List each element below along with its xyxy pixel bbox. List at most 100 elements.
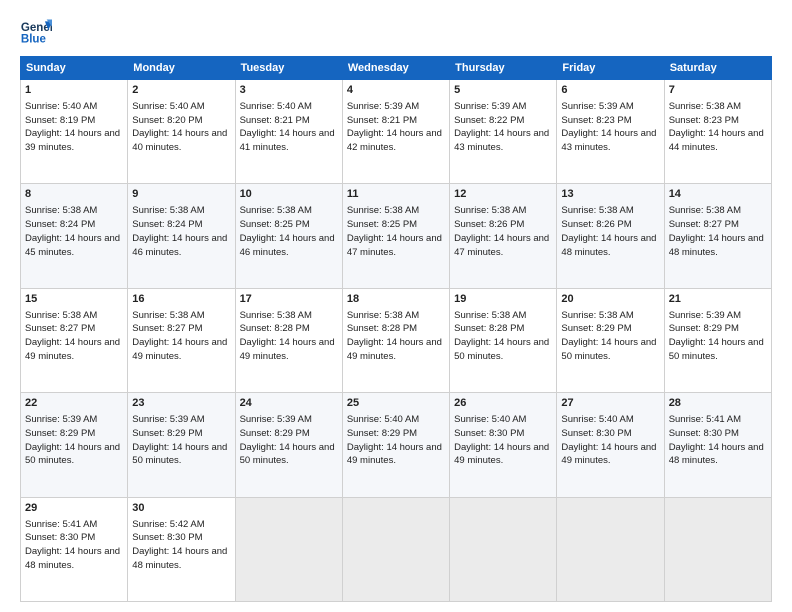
sunrise-text: Sunrise: 5:40 AM (240, 101, 312, 112)
day-number: 3 (240, 83, 338, 99)
day-number: 10 (240, 187, 338, 203)
sunrise-text: Sunrise: 5:38 AM (240, 310, 312, 321)
daylight-text: Daylight: 14 hours and 43 minutes. (454, 128, 549, 153)
sunset-text: Sunset: 8:28 PM (454, 323, 524, 334)
sunset-text: Sunset: 8:24 PM (25, 219, 95, 230)
calendar-cell: 4Sunrise: 5:39 AMSunset: 8:21 PMDaylight… (342, 80, 449, 184)
daylight-text: Daylight: 14 hours and 49 minutes. (240, 337, 335, 362)
sunrise-text: Sunrise: 5:41 AM (669, 414, 741, 425)
sunrise-text: Sunrise: 5:39 AM (240, 414, 312, 425)
calendar-page: General Blue SundayMondayTuesdayWednesda… (0, 0, 792, 612)
day-number: 19 (454, 292, 552, 308)
sunset-text: Sunset: 8:29 PM (347, 428, 417, 439)
daylight-text: Daylight: 14 hours and 49 minutes. (561, 442, 656, 467)
calendar-cell: 25Sunrise: 5:40 AMSunset: 8:29 PMDayligh… (342, 393, 449, 497)
sunset-text: Sunset: 8:27 PM (25, 323, 95, 334)
sunrise-text: Sunrise: 5:40 AM (132, 101, 204, 112)
day-number: 6 (561, 83, 659, 99)
calendar-cell: 15Sunrise: 5:38 AMSunset: 8:27 PMDayligh… (21, 288, 128, 392)
calendar-cell: 9Sunrise: 5:38 AMSunset: 8:24 PMDaylight… (128, 184, 235, 288)
daylight-text: Daylight: 14 hours and 48 minutes. (669, 233, 764, 258)
calendar-cell: 27Sunrise: 5:40 AMSunset: 8:30 PMDayligh… (557, 393, 664, 497)
day-number: 7 (669, 83, 767, 99)
calendar-cell (342, 497, 449, 601)
calendar-cell: 19Sunrise: 5:38 AMSunset: 8:28 PMDayligh… (450, 288, 557, 392)
calendar-cell (664, 497, 771, 601)
day-number: 14 (669, 187, 767, 203)
sunset-text: Sunset: 8:20 PM (132, 115, 202, 126)
sunset-text: Sunset: 8:26 PM (561, 219, 631, 230)
weekday-header-wednesday: Wednesday (342, 57, 449, 80)
calendar-cell: 12Sunrise: 5:38 AMSunset: 8:26 PMDayligh… (450, 184, 557, 288)
sunset-text: Sunset: 8:27 PM (669, 219, 739, 230)
daylight-text: Daylight: 14 hours and 50 minutes. (669, 337, 764, 362)
daylight-text: Daylight: 14 hours and 50 minutes. (561, 337, 656, 362)
calendar-cell: 21Sunrise: 5:39 AMSunset: 8:29 PMDayligh… (664, 288, 771, 392)
sunrise-text: Sunrise: 5:38 AM (561, 310, 633, 321)
daylight-text: Daylight: 14 hours and 47 minutes. (347, 233, 442, 258)
logo: General Blue (20, 16, 54, 48)
calendar-cell: 26Sunrise: 5:40 AMSunset: 8:30 PMDayligh… (450, 393, 557, 497)
daylight-text: Daylight: 14 hours and 42 minutes. (347, 128, 442, 153)
day-number: 27 (561, 396, 659, 412)
sunrise-text: Sunrise: 5:38 AM (347, 205, 419, 216)
sunrise-text: Sunrise: 5:39 AM (132, 414, 204, 425)
sunset-text: Sunset: 8:30 PM (132, 532, 202, 543)
daylight-text: Daylight: 14 hours and 48 minutes. (561, 233, 656, 258)
sunset-text: Sunset: 8:23 PM (561, 115, 631, 126)
sunrise-text: Sunrise: 5:40 AM (347, 414, 419, 425)
sunrise-text: Sunrise: 5:38 AM (347, 310, 419, 321)
day-number: 1 (25, 83, 123, 99)
sunrise-text: Sunrise: 5:40 AM (25, 101, 97, 112)
sunrise-text: Sunrise: 5:42 AM (132, 519, 204, 530)
calendar-cell: 7Sunrise: 5:38 AMSunset: 8:23 PMDaylight… (664, 80, 771, 184)
calendar-cell: 16Sunrise: 5:38 AMSunset: 8:27 PMDayligh… (128, 288, 235, 392)
sunset-text: Sunset: 8:29 PM (561, 323, 631, 334)
sunset-text: Sunset: 8:19 PM (25, 115, 95, 126)
calendar-cell: 8Sunrise: 5:38 AMSunset: 8:24 PMDaylight… (21, 184, 128, 288)
logo-icon: General Blue (20, 16, 52, 48)
calendar-cell: 6Sunrise: 5:39 AMSunset: 8:23 PMDaylight… (557, 80, 664, 184)
daylight-text: Daylight: 14 hours and 44 minutes. (669, 128, 764, 153)
calendar-cell (557, 497, 664, 601)
sunset-text: Sunset: 8:25 PM (240, 219, 310, 230)
daylight-text: Daylight: 14 hours and 50 minutes. (25, 442, 120, 467)
sunrise-text: Sunrise: 5:38 AM (132, 310, 204, 321)
day-number: 24 (240, 396, 338, 412)
calendar-cell: 22Sunrise: 5:39 AMSunset: 8:29 PMDayligh… (21, 393, 128, 497)
calendar-cell: 30Sunrise: 5:42 AMSunset: 8:30 PMDayligh… (128, 497, 235, 601)
calendar-cell: 13Sunrise: 5:38 AMSunset: 8:26 PMDayligh… (557, 184, 664, 288)
day-number: 20 (561, 292, 659, 308)
sunset-text: Sunset: 8:27 PM (132, 323, 202, 334)
weekday-header-friday: Friday (557, 57, 664, 80)
sunset-text: Sunset: 8:30 PM (669, 428, 739, 439)
sunrise-text: Sunrise: 5:38 AM (132, 205, 204, 216)
sunrise-text: Sunrise: 5:40 AM (561, 414, 633, 425)
day-number: 23 (132, 396, 230, 412)
day-number: 29 (25, 501, 123, 517)
calendar-cell: 5Sunrise: 5:39 AMSunset: 8:22 PMDaylight… (450, 80, 557, 184)
weekday-header-sunday: Sunday (21, 57, 128, 80)
calendar-cell: 17Sunrise: 5:38 AMSunset: 8:28 PMDayligh… (235, 288, 342, 392)
daylight-text: Daylight: 14 hours and 49 minutes. (454, 442, 549, 467)
sunset-text: Sunset: 8:28 PM (347, 323, 417, 334)
daylight-text: Daylight: 14 hours and 48 minutes. (25, 546, 120, 571)
calendar-cell: 29Sunrise: 5:41 AMSunset: 8:30 PMDayligh… (21, 497, 128, 601)
calendar-cell: 18Sunrise: 5:38 AMSunset: 8:28 PMDayligh… (342, 288, 449, 392)
calendar-week-2: 8Sunrise: 5:38 AMSunset: 8:24 PMDaylight… (21, 184, 772, 288)
day-number: 21 (669, 292, 767, 308)
sunrise-text: Sunrise: 5:39 AM (454, 101, 526, 112)
calendar-week-4: 22Sunrise: 5:39 AMSunset: 8:29 PMDayligh… (21, 393, 772, 497)
sunrise-text: Sunrise: 5:39 AM (347, 101, 419, 112)
weekday-header-saturday: Saturday (664, 57, 771, 80)
sunrise-text: Sunrise: 5:38 AM (561, 205, 633, 216)
day-number: 26 (454, 396, 552, 412)
daylight-text: Daylight: 14 hours and 46 minutes. (240, 233, 335, 258)
day-number: 5 (454, 83, 552, 99)
sunset-text: Sunset: 8:21 PM (240, 115, 310, 126)
sunset-text: Sunset: 8:25 PM (347, 219, 417, 230)
day-number: 18 (347, 292, 445, 308)
sunrise-text: Sunrise: 5:38 AM (454, 205, 526, 216)
day-number: 17 (240, 292, 338, 308)
sunset-text: Sunset: 8:29 PM (240, 428, 310, 439)
